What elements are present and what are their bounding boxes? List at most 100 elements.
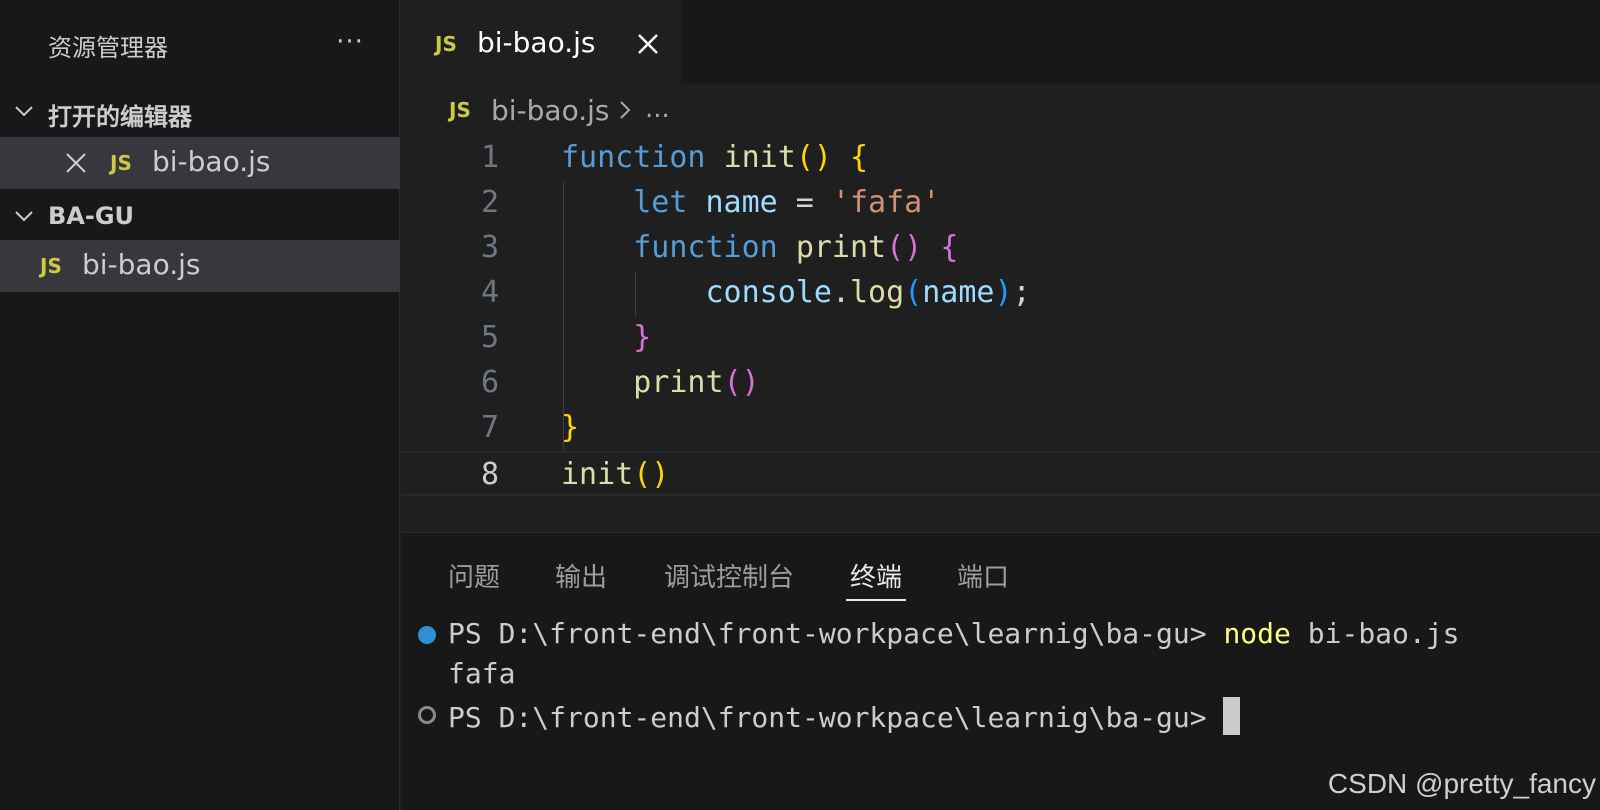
code-line[interactable]: 1 function init() { [401, 136, 1600, 181]
close-tab-icon[interactable] [636, 32, 660, 56]
code-token: { [940, 230, 959, 265]
js-file-icon: JS [40, 254, 62, 278]
code-token: init [723, 140, 796, 175]
folder-section-header[interactable]: BA-GU [0, 192, 400, 240]
line-number: 2 [480, 185, 499, 220]
code-token: let [633, 185, 688, 220]
explorer-title: 资源管理器 [48, 34, 168, 62]
file-tree-item[interactable]: JS bi-bao.js [0, 240, 400, 292]
code-token: print [795, 230, 887, 265]
breadcrumb-file[interactable]: bi-bao.js [491, 94, 610, 127]
code-text: init() [561, 457, 669, 492]
code-token: . [831, 275, 850, 310]
breadcrumb: JS bi-bao.js ... [401, 84, 1600, 136]
code-text: console.log(name); [561, 275, 1031, 310]
terminal-line: PS D:\front-end\front-workpace\learnig\b… [448, 697, 1241, 735]
more-actions-icon[interactable]: ··· [330, 24, 370, 64]
tab-label: bi-bao.js [477, 26, 596, 59]
watermark: CSDN @pretty_fancy [1327, 768, 1596, 799]
code-token: 'fafa' [831, 185, 941, 220]
chevron-down-icon [15, 211, 33, 222]
code-text: print() [561, 365, 760, 400]
js-file-icon: JS [435, 32, 457, 56]
close-icon[interactable] [64, 151, 88, 175]
code-token: log [850, 275, 905, 310]
command-success-icon[interactable] [418, 626, 436, 644]
open-editors-label: 打开的编辑器 [48, 103, 192, 131]
line-number: 5 [480, 320, 499, 355]
explorer-header: 资源管理器 ··· [0, 0, 400, 90]
code-text: } [561, 410, 579, 445]
code-token: } [561, 410, 580, 445]
line-number: 4 [480, 275, 499, 310]
tab-output[interactable]: 输出 [555, 557, 607, 594]
code-token: () [886, 230, 923, 265]
terminal-line: PS D:\front-end\front-workpace\learnig\b… [448, 617, 1459, 650]
code-text: function init() { [561, 140, 868, 175]
line-number: 6 [480, 365, 499, 400]
folder-label: BA-GU [48, 202, 135, 230]
command-pending-icon[interactable] [418, 706, 436, 724]
code-token: name [922, 275, 995, 310]
code-token: print [633, 365, 724, 400]
line-number: 3 [480, 230, 499, 265]
open-editor-filename: bi-bao.js [152, 145, 271, 178]
code-token: { [850, 140, 869, 175]
code-token: ; [1012, 275, 1031, 310]
chevron-right-icon [620, 101, 631, 119]
code-token: function [561, 140, 706, 175]
open-editor-item[interactable]: JS bi-bao.js [0, 137, 400, 189]
breadcrumb-symbols[interactable]: ... [645, 94, 670, 124]
code-editor[interactable]: 1 function init() {2 let name = 'fafa' 3 f… [401, 136, 1600, 532]
terminal-prompt: PS D:\front-end\front-workpace\learnig\b… [448, 617, 1224, 650]
code-token: = [777, 185, 832, 220]
code-line[interactable]: 8 init() [401, 451, 1600, 496]
terminal-args: bi-bao.js [1290, 617, 1460, 650]
code-token: console [705, 275, 832, 310]
tab-bi-bao-js[interactable]: JS bi-bao.js [401, 0, 681, 84]
open-editors-section-header[interactable]: 打开的编辑器 [0, 87, 400, 135]
code-token: } [633, 320, 652, 355]
code-text: let name = 'fafa' [561, 185, 940, 220]
js-file-icon: JS [110, 151, 132, 175]
code-text: function print() { [561, 230, 958, 265]
tab-terminal[interactable]: 终端 [850, 557, 902, 594]
terminal-command: node [1223, 617, 1291, 650]
js-file-icon: JS [449, 98, 471, 122]
code-token: ) [994, 275, 1013, 310]
editor-tab-bar: JS bi-bao.js [401, 0, 1600, 84]
code-line[interactable]: 3 function print() { [401, 226, 1600, 271]
code-token: () [795, 140, 832, 175]
tab-ports[interactable]: 端口 [957, 557, 1009, 594]
line-number: 1 [480, 140, 499, 175]
code-text: } [561, 320, 651, 355]
code-line[interactable]: 7} [401, 406, 1600, 451]
code-line[interactable]: 2 let name = 'fafa' [401, 181, 1600, 226]
code-token: name [705, 185, 778, 220]
code-token: () [633, 457, 670, 492]
explorer-sidebar: 资源管理器 ··· 打开的编辑器 JS bi-bao.js BA-GU JS b… [0, 0, 400, 810]
active-tab-indicator [846, 599, 906, 601]
code-line[interactable]: 4 console.log(name); [401, 271, 1600, 316]
tab-debug-console[interactable]: 调试控制台 [664, 557, 794, 594]
code-line[interactable]: 5 } [401, 316, 1600, 361]
code-token: () [723, 365, 760, 400]
line-number: 8 [480, 457, 499, 492]
code-token: function [633, 230, 778, 265]
chevron-down-icon [15, 106, 33, 117]
terminal-output: fafa [448, 657, 516, 690]
line-number: 7 [480, 410, 499, 445]
code-token: ( [904, 275, 923, 310]
tab-problems[interactable]: 问题 [448, 557, 500, 594]
code-line[interactable]: 6 print() [401, 361, 1600, 406]
